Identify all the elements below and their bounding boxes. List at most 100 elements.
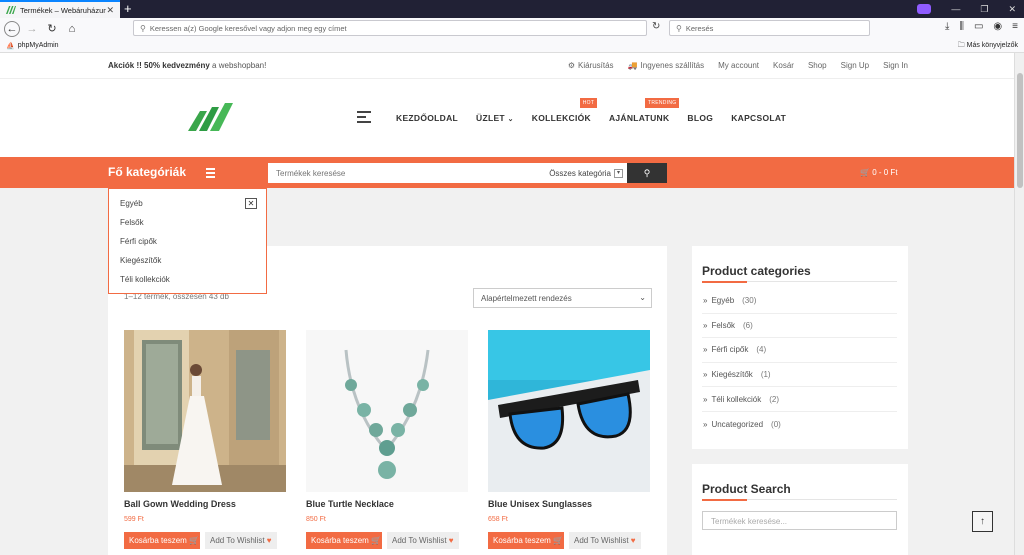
add-to-cart-button[interactable]: Kosárba teszem 🛒 bbox=[488, 532, 564, 549]
cart-link[interactable]: Kosár bbox=[773, 61, 794, 70]
product-card: Blue Unisex Sunglasses 658 Ft Kosárba te… bbox=[488, 330, 650, 549]
dropdown-category-item[interactable]: Férfi cipők bbox=[109, 235, 266, 254]
nav-shop[interactable]: ÜZLET ⌄ bbox=[476, 113, 514, 123]
category-count: (30) bbox=[742, 296, 757, 306]
dropdown-category-item[interactable]: Felsők bbox=[109, 216, 266, 235]
top-links: ⚙ Kiárusítás 🚚 Ingyenes szállítás My accou… bbox=[568, 61, 908, 70]
chevron-down-icon: ▾ bbox=[614, 168, 623, 178]
add-to-wishlist-button[interactable]: Add To Wishlist ♥ bbox=[205, 532, 277, 549]
header-cart[interactable]: 🛒 0 - 0 Ft bbox=[860, 168, 898, 177]
add-to-wishlist-button[interactable]: Add To Wishlist ♥ bbox=[387, 532, 459, 549]
sign-up-link[interactable]: Sign Up bbox=[841, 61, 869, 70]
dropdown-category-item[interactable]: Egyéb bbox=[109, 197, 266, 216]
back-icon[interactable]: ← bbox=[4, 20, 20, 37]
close-window-icon[interactable]: ✕ bbox=[1008, 4, 1016, 15]
new-tab-icon[interactable]: + bbox=[124, 2, 132, 16]
sidebar-icon[interactable]: ▭ bbox=[974, 21, 983, 32]
reload-page-icon[interactable]: ↻ bbox=[652, 21, 660, 32]
shop-link[interactable]: Shop bbox=[808, 61, 827, 70]
product-search-input[interactable] bbox=[268, 163, 537, 183]
product-name[interactable]: Blue Unisex Sunglasses bbox=[488, 499, 650, 509]
my-account-link[interactable]: My account bbox=[718, 61, 759, 70]
add-to-cart-button[interactable]: Kosárba teszem 🛒 bbox=[306, 532, 382, 549]
restore-icon[interactable]: ❐ bbox=[980, 4, 988, 15]
search-icon: ⚲ bbox=[140, 23, 146, 33]
main-navigation: KEZDŐOLDAL ÜZLET ⌄ HOT KOLLEKCIÓK TRENDIN… bbox=[396, 98, 786, 123]
bookmark-phpmyadmin[interactable]: ⛵ phpMyAdmin bbox=[6, 42, 59, 50]
tab-close-icon[interactable]: ✕ bbox=[106, 5, 114, 16]
add-to-cart-button[interactable]: Kosárba teszem 🛒 bbox=[124, 532, 200, 549]
url-bar[interactable]: ⚲ Keressen a(z) Google keresővel vagy ad… bbox=[133, 20, 647, 36]
chevron-right-icon: » bbox=[703, 419, 708, 429]
category-count: (4) bbox=[756, 345, 767, 355]
add-to-wishlist-button[interactable]: Add To Wishlist ♥ bbox=[569, 532, 641, 549]
nav-collections[interactable]: HOT KOLLEKCIÓK bbox=[532, 98, 598, 123]
nav-shop-label: ÜZLET bbox=[476, 113, 505, 123]
other-bookmarks[interactable]: 🗀 Más könyvjelzők bbox=[958, 41, 1018, 52]
dropdown-category-item[interactable]: Téli kollekciók bbox=[109, 273, 266, 292]
categories-menu-icon[interactable] bbox=[206, 168, 215, 180]
free-shipping-link[interactable]: 🚚 Ingyenes szállítás bbox=[628, 61, 705, 70]
forward-icon[interactable]: → bbox=[24, 21, 40, 37]
nav-offers[interactable]: TRENDING AJÁNLATUNK bbox=[609, 98, 680, 123]
sidebar-category-item[interactable]: » Férfi cipők (4) bbox=[702, 338, 897, 363]
close-icon[interactable]: ✕ bbox=[245, 198, 257, 209]
download-icon[interactable]: ⤓ bbox=[945, 21, 949, 32]
bookmark-icon: ⛵ bbox=[6, 42, 15, 50]
sidebar-category-item[interactable]: » Uncategorized (0) bbox=[702, 412, 897, 437]
reload-icon[interactable]: ↻ bbox=[44, 21, 60, 37]
sort-select-value: Alapértelmezett rendezés bbox=[481, 294, 572, 303]
account-icon[interactable]: ◉ bbox=[993, 21, 1002, 32]
top-bar: Akciók !! 50% kedvezmény a webshopban! ⚙… bbox=[0, 53, 1014, 79]
library-icon[interactable]: ⫼ bbox=[959, 21, 964, 32]
nav-blog[interactable]: BLOG bbox=[687, 113, 713, 123]
product-image-necklace[interactable] bbox=[306, 330, 468, 492]
browser-search-bar[interactable]: ⚲ Keresés bbox=[669, 20, 870, 36]
search-button[interactable]: ⚲ bbox=[627, 163, 667, 183]
minimize-icon[interactable]: — bbox=[951, 4, 960, 14]
site-favicon-icon bbox=[6, 6, 16, 14]
chevron-down-icon: ⌄ bbox=[507, 116, 514, 123]
sidebar-search-input[interactable]: Termékek keresése... bbox=[702, 511, 897, 530]
product-search-widget: Product Search Termékek keresése... bbox=[692, 464, 908, 555]
nav-contact[interactable]: KAPCSOLAT bbox=[731, 113, 786, 123]
page-scrollbar[interactable] bbox=[1014, 53, 1024, 555]
nav-home[interactable]: KEZDŐOLDAL bbox=[396, 113, 458, 123]
heart-icon: ♥ bbox=[266, 536, 272, 545]
product-image-wedding-dress[interactable] bbox=[124, 330, 286, 492]
web-page: Akciók !! 50% kedvezmény a webshopban! ⚙… bbox=[0, 53, 1014, 555]
sidebar-category-item[interactable]: » Felsők (6) bbox=[702, 314, 897, 339]
widget-title: Product categories bbox=[702, 264, 811, 278]
site-logo[interactable] bbox=[188, 101, 234, 135]
heart-icon: ♥ bbox=[630, 536, 636, 545]
browser-toolbar: ← → ↻ ⌂ ⚲ Keressen a(z) Google keresővel… bbox=[0, 18, 1024, 39]
free-shipping-label: Ingyenes szállítás bbox=[640, 61, 705, 70]
sidebar-category-item[interactable]: » Téli kollekciók (2) bbox=[702, 387, 897, 412]
sort-select[interactable]: Alapértelmezett rendezés ⌄ bbox=[473, 288, 652, 308]
hamburger-menu-icon[interactable] bbox=[357, 111, 371, 126]
main-categories-title[interactable]: Fő kategóriák bbox=[108, 165, 186, 179]
scrollbar-thumb[interactable] bbox=[1017, 73, 1023, 188]
cart-total: 0 - 0 Ft bbox=[872, 168, 898, 177]
product-name[interactable]: Ball Gown Wedding Dress bbox=[124, 499, 286, 509]
sidebar-category-item[interactable]: » Egyéb (30) bbox=[702, 289, 897, 314]
sale-link[interactable]: ⚙ Kiárusítás bbox=[568, 61, 614, 70]
category-select[interactable]: Összes kategória ▾ bbox=[537, 163, 627, 183]
heart-icon: ♥ bbox=[448, 536, 454, 545]
trending-badge: TRENDING bbox=[644, 98, 680, 108]
product-name[interactable]: Blue Turtle Necklace bbox=[306, 499, 468, 509]
browser-tab-active[interactable]: Termékek – Webáruházunk ✕ bbox=[0, 0, 120, 18]
scroll-to-top-button[interactable]: ↑ bbox=[972, 511, 993, 532]
category-label: Felsők bbox=[711, 320, 736, 330]
product-image-sunglasses[interactable] bbox=[488, 330, 650, 492]
dropdown-category-item[interactable]: Kiegészítők bbox=[109, 254, 266, 273]
category-list: » Egyéb (30) » Felsők (6) » Férfi cipők (4) » K… bbox=[702, 289, 897, 437]
sidebar-category-item[interactable]: » Kiegészítők (1) bbox=[702, 363, 897, 388]
site-header: KEZDŐOLDAL ÜZLET ⌄ HOT KOLLEKCIÓK TRENDIN… bbox=[0, 79, 1014, 157]
sign-in-link[interactable]: Sign In bbox=[883, 61, 908, 70]
home-icon[interactable]: ⌂ bbox=[64, 21, 80, 37]
category-label: Kiegészítők bbox=[711, 370, 753, 380]
menu-icon[interactable]: ≡ bbox=[1012, 21, 1018, 32]
folder-icon: 🗀 bbox=[957, 42, 965, 49]
search-icon: ⚲ bbox=[676, 23, 682, 33]
